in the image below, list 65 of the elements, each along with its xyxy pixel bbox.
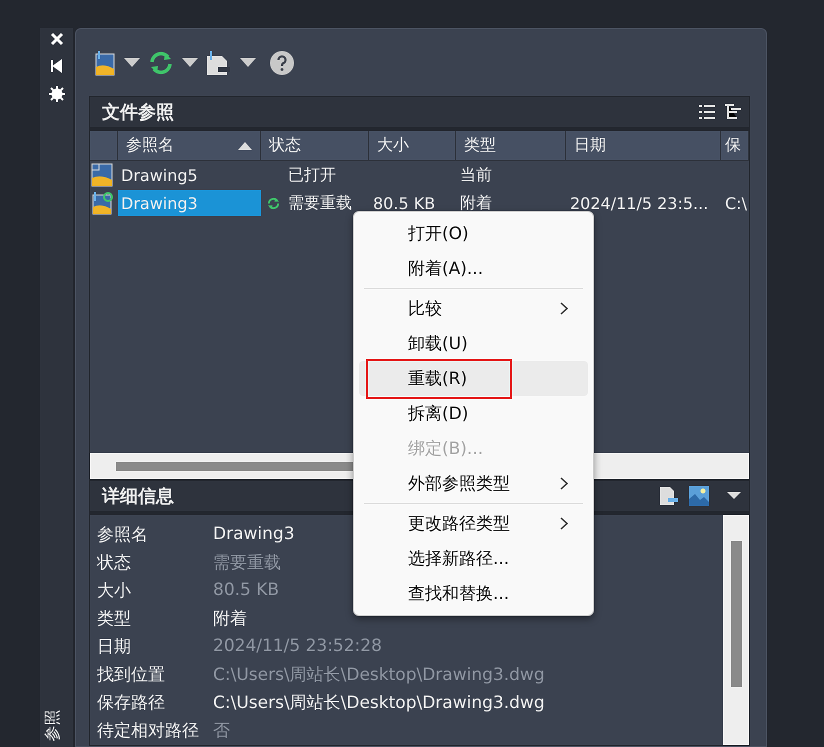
property-label: 找到位置	[97, 664, 166, 686]
menu-item[interactable]: 卸载(U)	[359, 326, 588, 361]
close-icon[interactable]	[50, 32, 64, 46]
menu-item[interactable]: 更改路径类型	[359, 506, 588, 541]
attach-file-icon[interactable]	[206, 50, 232, 76]
status-text: 已打开	[288, 164, 336, 186]
dropdown-icon[interactable]	[240, 58, 256, 68]
property-value: C:\Users\周站长\Desktop\Drawing3.dwg	[213, 692, 545, 714]
size-text: 80.5 KB	[373, 194, 436, 212]
property-value: C:\Users\周站长\Desktop\Drawing3.dwg	[213, 664, 545, 686]
submenu-chevron-icon	[560, 517, 568, 530]
property-value: Drawing3	[213, 524, 295, 544]
column-header[interactable]: 日期	[566, 131, 721, 160]
help-icon[interactable]	[270, 50, 294, 74]
dropdown-icon[interactable]	[727, 492, 741, 500]
property-value: 需要重载	[213, 552, 281, 574]
document-icon[interactable]	[659, 486, 679, 506]
attach-drawing-icon[interactable]	[94, 48, 116, 76]
property-label: 日期	[97, 636, 132, 658]
status-text: 需要重载	[288, 192, 352, 214]
path-text: C:\	[725, 194, 747, 212]
menu-item[interactable]: 打开(O)	[359, 216, 588, 251]
attached-drawing-icon	[91, 191, 115, 215]
column-header[interactable]: 保	[721, 131, 749, 160]
settings-icon[interactable]	[48, 86, 64, 102]
submenu-chevron-icon	[560, 477, 568, 490]
menu-item[interactable]: 重载(R)	[359, 361, 588, 396]
reference-name[interactable]: Drawing5	[118, 162, 261, 188]
type-text: 当前	[460, 164, 492, 186]
date-text: 2024/11/5 23:5...	[570, 194, 708, 212]
menu-item[interactable]: 选择新路径...	[359, 541, 588, 576]
property-value: 否	[213, 720, 230, 742]
column-header[interactable]: 类型	[456, 131, 566, 160]
scrollbar-thumb[interactable]	[730, 541, 742, 687]
pin-icon[interactable]	[50, 59, 64, 73]
submenu-chevron-icon	[560, 302, 568, 315]
type-text: 附着	[460, 192, 492, 214]
menu-item[interactable]: 查找和替换...	[359, 576, 588, 611]
column-header[interactable]: 状态	[261, 131, 369, 160]
property-label: 保存路径	[97, 692, 166, 714]
sort-ascending-icon	[238, 142, 252, 150]
menu-item[interactable]: 拆离(D)	[359, 396, 588, 431]
drawing-file-icon	[91, 163, 113, 187]
image-icon[interactable]	[689, 486, 709, 506]
menu-item[interactable]: 外部参照类型	[359, 466, 588, 501]
menu-item[interactable]: 比较	[359, 291, 588, 326]
property-value: 2024/11/5 23:52:28	[213, 636, 382, 656]
dropdown-icon[interactable]	[124, 58, 140, 68]
property-label: 大小	[97, 580, 132, 602]
menu-item[interactable]: 附着(A)...	[359, 251, 588, 286]
property-label: 参照名	[97, 524, 149, 546]
column-header[interactable]: 参照名	[118, 131, 261, 160]
tree-view-icon[interactable]	[725, 104, 741, 120]
property-label: 状态	[97, 552, 132, 574]
side-tab-label[interactable]: 参照	[42, 710, 64, 742]
panel-title: 详细信息	[102, 485, 174, 508]
dropdown-icon[interactable]	[182, 58, 198, 68]
panel-title: 文件参照	[102, 101, 174, 124]
property-value: 80.5 KB	[213, 580, 280, 600]
column-header[interactable]: 大小	[369, 131, 456, 160]
property-label: 待定相对路径	[97, 720, 200, 742]
property-value: 附着	[213, 608, 247, 630]
list-view-icon[interactable]	[699, 105, 715, 119]
refresh-icon[interactable]	[148, 50, 174, 74]
property-label: 类型	[97, 608, 132, 630]
